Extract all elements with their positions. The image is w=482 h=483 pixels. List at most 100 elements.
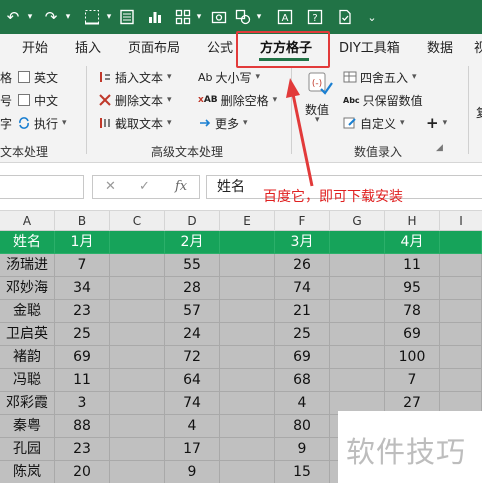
- ribbon-partial-right[interactable]: 复: [476, 103, 482, 121]
- table-cell[interactable]: 69: [275, 346, 330, 369]
- column-header-d[interactable]: D: [165, 211, 220, 231]
- table-cell[interactable]: [220, 392, 275, 415]
- table-cell[interactable]: [110, 300, 165, 323]
- header-cell[interactable]: 3月: [275, 231, 330, 254]
- keep-numbers-button[interactable]: Abc 只保留数值: [343, 91, 423, 109]
- shapes-dropdown-icon[interactable]: ▾: [254, 6, 264, 28]
- table-cell[interactable]: 80: [275, 415, 330, 438]
- table-cell[interactable]: 25: [275, 323, 330, 346]
- table-cell[interactable]: 23: [55, 438, 110, 461]
- text-box-icon[interactable]: A: [274, 6, 296, 28]
- table-cell[interactable]: 9: [275, 438, 330, 461]
- table-cell[interactable]: 26: [275, 254, 330, 277]
- table-cell[interactable]: [110, 369, 165, 392]
- table-cell[interactable]: 17: [165, 438, 220, 461]
- table-cell[interactable]: 78: [385, 300, 440, 323]
- confirm-icon[interactable]: ✓: [139, 179, 150, 194]
- column-header-g[interactable]: G: [330, 211, 385, 231]
- table-cell[interactable]: [220, 323, 275, 346]
- table-cell[interactable]: 34: [55, 277, 110, 300]
- table-cell[interactable]: [440, 346, 482, 369]
- table-cell[interactable]: [110, 277, 165, 300]
- table-cell[interactable]: [440, 254, 482, 277]
- table-cell[interactable]: [220, 415, 275, 438]
- table-cell[interactable]: 7: [385, 369, 440, 392]
- table-cell[interactable]: 23: [55, 300, 110, 323]
- border-dropdown-icon[interactable]: ▾: [104, 6, 114, 28]
- table-cell[interactable]: 4: [275, 392, 330, 415]
- table-cell[interactable]: 11: [55, 369, 110, 392]
- name-box[interactable]: [0, 175, 84, 199]
- table-cell[interactable]: [220, 277, 275, 300]
- table-cell[interactable]: [220, 346, 275, 369]
- table-cell[interactable]: [330, 369, 385, 392]
- table-cell[interactable]: 100: [385, 346, 440, 369]
- grid-dropdown-icon[interactable]: ▾: [194, 6, 204, 28]
- table-cell[interactable]: [110, 438, 165, 461]
- table-cell[interactable]: [330, 300, 385, 323]
- table-cell[interactable]: [220, 438, 275, 461]
- header-cell[interactable]: [440, 231, 482, 254]
- delete-text-button[interactable]: 删除文本 ▾: [98, 91, 172, 109]
- header-cell[interactable]: 4月: [385, 231, 440, 254]
- delete-space-button[interactable]: xAB 删除空格 ▾: [198, 91, 277, 109]
- table-cell[interactable]: 15: [275, 461, 330, 483]
- chinese-button[interactable]: 中文: [17, 91, 58, 109]
- table-cell[interactable]: 24: [165, 323, 220, 346]
- insert-text-button[interactable]: 插入文本 ▾: [98, 68, 172, 86]
- table-cell[interactable]: [440, 300, 482, 323]
- table-cell[interactable]: 7: [55, 254, 110, 277]
- column-header-c[interactable]: C: [110, 211, 165, 231]
- add-button[interactable]: + ▾: [426, 114, 447, 132]
- cancel-icon[interactable]: ✕: [105, 179, 116, 194]
- table-cell[interactable]: 21: [275, 300, 330, 323]
- tab-page-layout[interactable]: 页面布局: [128, 34, 180, 63]
- table-cell[interactable]: 孔园: [0, 438, 55, 461]
- table-cell[interactable]: 邓彩霞: [0, 392, 55, 415]
- round-button[interactable]: 四舍五入 ▾: [343, 68, 417, 86]
- table-cell[interactable]: 邓妙海: [0, 277, 55, 300]
- header-cell[interactable]: 姓名: [0, 231, 55, 254]
- custom-button[interactable]: 自定义 ▾: [343, 114, 405, 132]
- header-cell[interactable]: [110, 231, 165, 254]
- table-cell[interactable]: 69: [385, 323, 440, 346]
- table-cell[interactable]: [110, 392, 165, 415]
- header-cell[interactable]: 2月: [165, 231, 220, 254]
- document-check-icon[interactable]: [334, 6, 356, 28]
- table-cell[interactable]: 74: [275, 277, 330, 300]
- table-cell[interactable]: 冯聪: [0, 369, 55, 392]
- table-cell[interactable]: 9: [165, 461, 220, 483]
- undo-button[interactable]: ↶: [2, 6, 24, 28]
- table-cell[interactable]: [220, 461, 275, 483]
- camera-icon[interactable]: [208, 6, 230, 28]
- table-cell[interactable]: [440, 277, 482, 300]
- table-cell[interactable]: [110, 415, 165, 438]
- table-cell[interactable]: 褚韵: [0, 346, 55, 369]
- table-cell[interactable]: [330, 254, 385, 277]
- grid-view-icon[interactable]: [172, 6, 194, 28]
- table-cell[interactable]: 57: [165, 300, 220, 323]
- table-cell[interactable]: 20: [55, 461, 110, 483]
- tab-view[interactable]: 视: [474, 34, 482, 63]
- chart-icon[interactable]: [144, 6, 166, 28]
- table-cell[interactable]: 68: [275, 369, 330, 392]
- redo-button[interactable]: ↷: [40, 6, 62, 28]
- table-cell[interactable]: [110, 254, 165, 277]
- header-cell[interactable]: [330, 231, 385, 254]
- column-header-i[interactable]: I: [440, 211, 482, 231]
- border-icon[interactable]: [80, 6, 104, 28]
- undo-dropdown-icon[interactable]: ▾: [24, 6, 36, 28]
- table-cell[interactable]: 64: [165, 369, 220, 392]
- english-button[interactable]: 英文: [17, 68, 58, 86]
- header-cell[interactable]: 1月: [55, 231, 110, 254]
- column-header-e[interactable]: E: [220, 211, 275, 231]
- table-cell[interactable]: 4: [165, 415, 220, 438]
- table-cell[interactable]: 95: [385, 277, 440, 300]
- table-cell[interactable]: 卫启英: [0, 323, 55, 346]
- column-header-a[interactable]: A: [0, 211, 55, 231]
- tab-home[interactable]: 开始: [22, 34, 48, 63]
- table-cell[interactable]: 金聪: [0, 300, 55, 323]
- execute-button[interactable]: 执行 ▾: [17, 114, 67, 132]
- table-cell[interactable]: 25: [55, 323, 110, 346]
- column-header-b[interactable]: B: [55, 211, 110, 231]
